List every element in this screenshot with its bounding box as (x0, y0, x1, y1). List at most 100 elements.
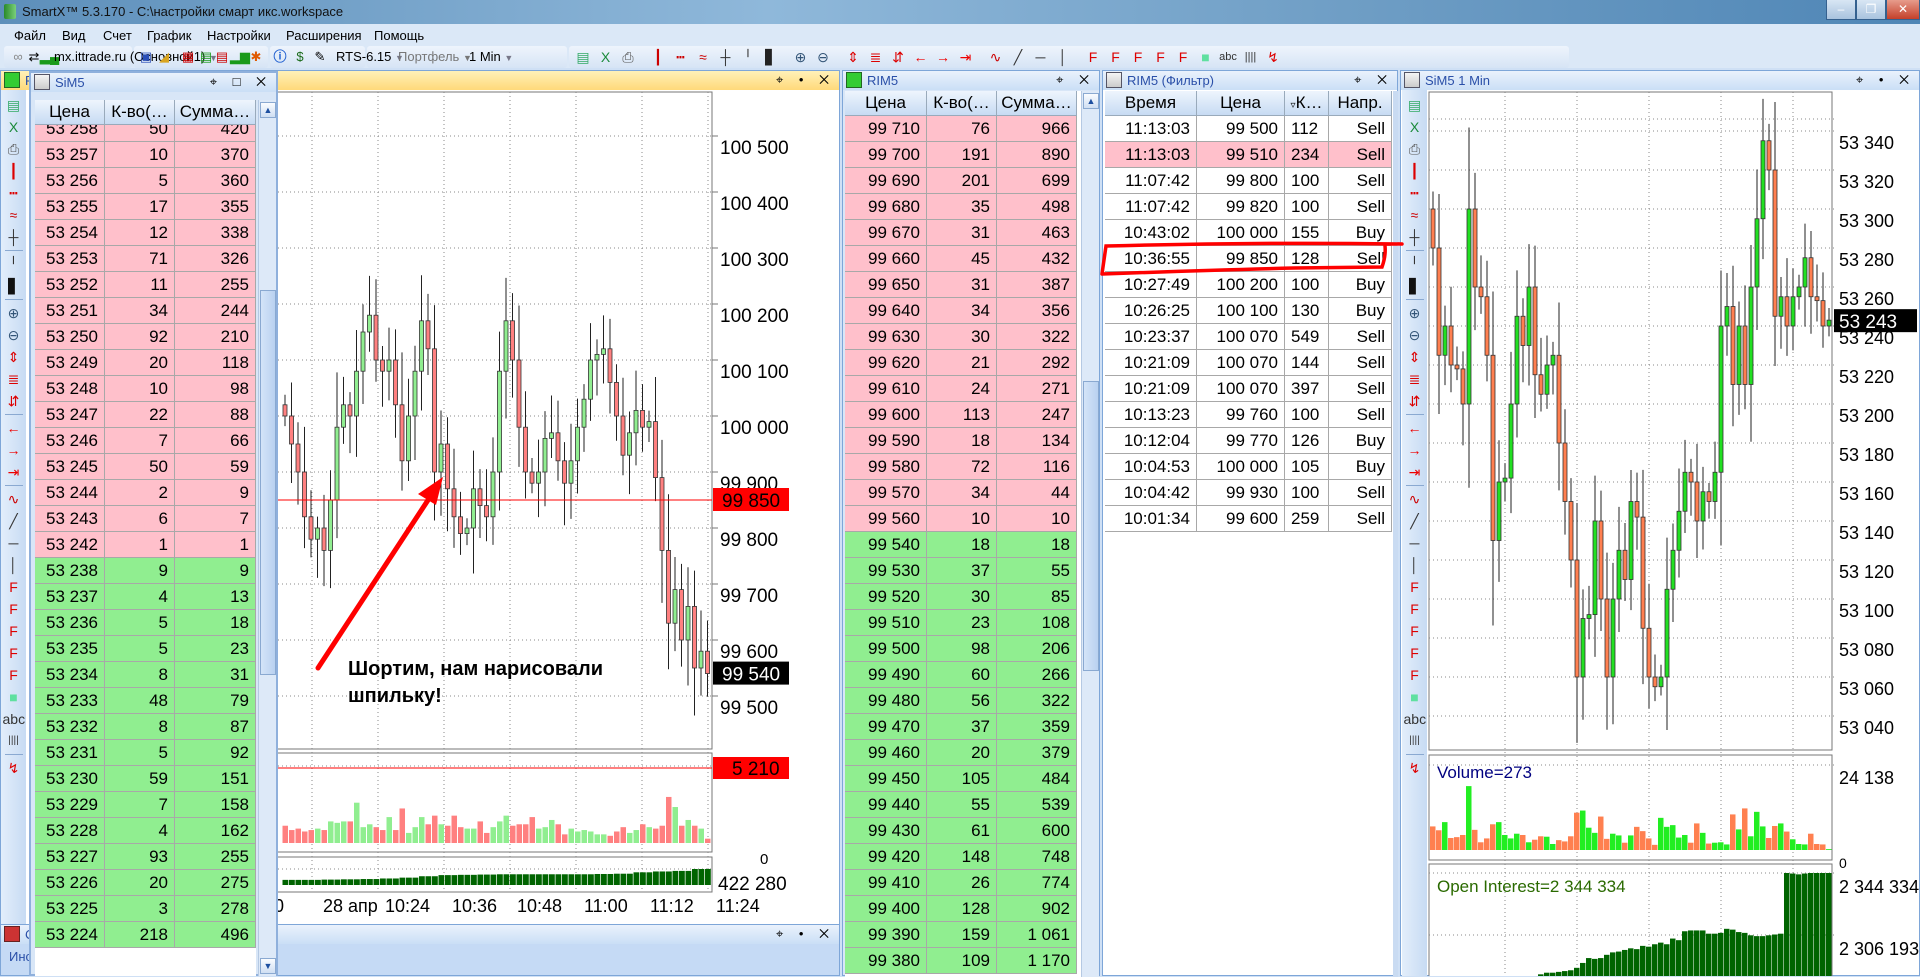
compress-vertical-icon[interactable]: ≣ (1404, 368, 1426, 390)
trend-draw-icon[interactable]: ∿ (3, 488, 25, 510)
scroll-left-icon[interactable]: ← (910, 49, 932, 65)
ask-row[interactable]: 53 242 1 1 (35, 532, 256, 558)
rectangle-icon[interactable]: ■ (1195, 49, 1217, 65)
bid-row[interactable]: 99 460 20 379 (845, 740, 1081, 766)
bid-row[interactable]: 99 490 60 266 (845, 662, 1081, 688)
fire-icon[interactable]: ✱ (248, 49, 264, 65)
timeframe-dropdown[interactable]: 1 Min ▼ (469, 49, 513, 65)
bid-row[interactable]: 99 440 55 539 (845, 792, 1081, 818)
column-header[interactable]: Сумма… (175, 100, 256, 125)
ask-row[interactable]: 99 590 18 134 (845, 428, 1081, 454)
bid-row[interactable]: 99 540 18 18 (845, 532, 1081, 558)
scroll-right-icon[interactable]: → (932, 49, 954, 65)
fit-vertical-icon[interactable]: ⇵ (1404, 390, 1426, 412)
open-folder-icon[interactable]: ◢ (156, 49, 172, 65)
horizontal-line-icon[interactable]: ─ (1030, 49, 1052, 65)
excel-export-icon[interactable]: X (1404, 116, 1426, 138)
shift-chart-icon[interactable]: ↯ (1404, 757, 1426, 779)
scroll-down-icon[interactable]: ▼ (260, 958, 276, 974)
trade-row[interactable]: 11:13:03 99 510 234 Sell (1105, 142, 1393, 168)
ask-row[interactable]: 53 244 2 9 (35, 480, 256, 506)
scroll-end-icon[interactable]: ⇥ (955, 49, 977, 65)
scroll-right-icon[interactable]: → (1404, 439, 1426, 461)
bid-row[interactable]: 53 230 59 151 (35, 766, 256, 792)
ask-row[interactable]: 99 630 30 322 (845, 324, 1081, 350)
window-controls[interactable]: ⌖ ✕ (1056, 72, 1095, 88)
fib-fan-icon[interactable]: F (3, 598, 25, 620)
fib-fan-icon[interactable]: F (1105, 49, 1127, 65)
bars-icon[interactable]: ┅ (3, 182, 25, 204)
ask-row[interactable]: 99 600 113 247 (845, 402, 1081, 428)
trade-row[interactable]: 11:13:03 99 500 112 Sell (1105, 116, 1393, 142)
ask-row[interactable]: 53 249 20 118 (35, 350, 256, 376)
grid-lines-icon[interactable]: |||| (1240, 49, 1262, 65)
instrument-dropdown[interactable]: RTS-6.15 ▼ (336, 49, 404, 65)
chart-properties-icon[interactable]: ▤ (572, 49, 594, 65)
bid-row[interactable]: 53 231 5 92 (35, 740, 256, 766)
zoom-out-icon[interactable]: ⊖ (3, 324, 25, 346)
menu-file[interactable]: Файл (14, 28, 46, 43)
minimize-button[interactable]: – (1826, 0, 1856, 20)
trade-row[interactable]: 10:21:09 100 070 397 Sell (1105, 376, 1393, 402)
trades-scrollbar[interactable] (1393, 91, 1398, 977)
orders-icon[interactable]: ▤ (198, 49, 214, 65)
column-header[interactable]: К-во(… (105, 100, 175, 125)
excel-export-icon[interactable]: X (3, 116, 25, 138)
bid-row[interactable]: 99 410 26 774 (845, 870, 1081, 896)
fit-vertical-icon[interactable]: ⇵ (3, 390, 25, 412)
bid-row[interactable]: 53 236 5 18 (35, 610, 256, 636)
ask-row[interactable]: 53 254 12 338 (35, 220, 256, 246)
trade-row[interactable]: 10:12:04 99 770 126 Buy (1105, 428, 1393, 454)
bold-tick-icon[interactable]: ▋ (3, 275, 25, 297)
text-abc-icon[interactable]: abc (1217, 49, 1239, 65)
ask-row[interactable]: 99 670 31 463 (845, 220, 1081, 246)
scroll-left-icon[interactable]: ← (3, 417, 25, 439)
rectangle-icon[interactable]: ■ (1404, 686, 1426, 708)
tick-icon[interactable]: ╵ (737, 49, 759, 65)
column-header[interactable]: Цена (1197, 91, 1285, 116)
ask-row[interactable]: 53 247 22 88 (35, 402, 256, 428)
window-controls[interactable]: ⌖ • ✕ (776, 72, 835, 88)
rectangle-icon[interactable]: ■ (3, 686, 25, 708)
bid-row[interactable]: 99 380 109 1 170 (845, 948, 1081, 974)
bid-row[interactable]: 99 500 98 206 (845, 636, 1081, 662)
menu-settings[interactable]: Настройки (207, 28, 271, 43)
vertical-line-icon[interactable]: │ (1404, 554, 1426, 576)
bid-row[interactable]: 53 227 93 255 (35, 844, 256, 870)
trade-row[interactable]: 10:13:23 99 760 100 Sell (1105, 402, 1393, 428)
chart-properties-icon[interactable]: ▤ (1404, 94, 1426, 116)
scrollbar-thumb[interactable] (1083, 381, 1099, 671)
fib-arcs-icon[interactable]: F (3, 620, 25, 642)
bid-row[interactable]: 99 520 30 85 (845, 584, 1081, 610)
crosshair-icon[interactable]: ┼ (3, 226, 25, 248)
column-header[interactable]: Цена (35, 100, 105, 125)
bid-row[interactable]: 53 235 5 23 (35, 636, 256, 662)
sim5-orderbook-scrollbar[interactable]: ▲ ▼ (258, 100, 276, 976)
ask-row[interactable]: 99 710 76 966 (845, 116, 1081, 142)
shift-chart-icon[interactable]: ↯ (1262, 49, 1284, 65)
trade-row[interactable]: 10:23:37 100 070 549 Sell (1105, 324, 1393, 350)
ask-row[interactable]: 99 610 24 271 (845, 376, 1081, 402)
rim5-price-chart[interactable]: 100 500 100 400 100 300 100 200 100 100 100 0… (276, 90, 838, 925)
ask-row[interactable]: 99 560 10 10 (845, 506, 1081, 532)
info-icon[interactable]: ⓘ (272, 49, 288, 65)
crosshair-icon[interactable]: ┼ (1404, 226, 1426, 248)
window-controls[interactable]: ⌖ □ ✕ (210, 74, 272, 90)
trade-row[interactable]: 10:21:09 100 070 144 Sell (1105, 350, 1393, 376)
print-icon[interactable]: ⎙ (1404, 138, 1426, 160)
candles-icon[interactable]: ┃ (3, 160, 25, 182)
print-icon[interactable]: ⎙ (3, 138, 25, 160)
fib-time-icon[interactable]: F (3, 664, 25, 686)
scroll-end-icon[interactable]: ⇥ (3, 461, 25, 483)
line-icon[interactable]: ╱ (1007, 49, 1029, 65)
column-header[interactable]: К-во(… (927, 91, 997, 116)
ask-row[interactable]: 99 700 191 890 (845, 142, 1081, 168)
bid-row[interactable]: 53 229 7 158 (35, 792, 256, 818)
ask-row[interactable]: 53 251 34 244 (35, 298, 256, 324)
ask-row[interactable]: 53 257 10 370 (35, 142, 256, 168)
fib-channel-icon[interactable]: F (1404, 642, 1426, 664)
bid-row[interactable]: 53 237 4 13 (35, 584, 256, 610)
column-header[interactable]: Цена (845, 91, 927, 116)
horizontal-line-icon[interactable]: ─ (3, 532, 25, 554)
candles-icon[interactable]: ┃ (1404, 160, 1426, 182)
